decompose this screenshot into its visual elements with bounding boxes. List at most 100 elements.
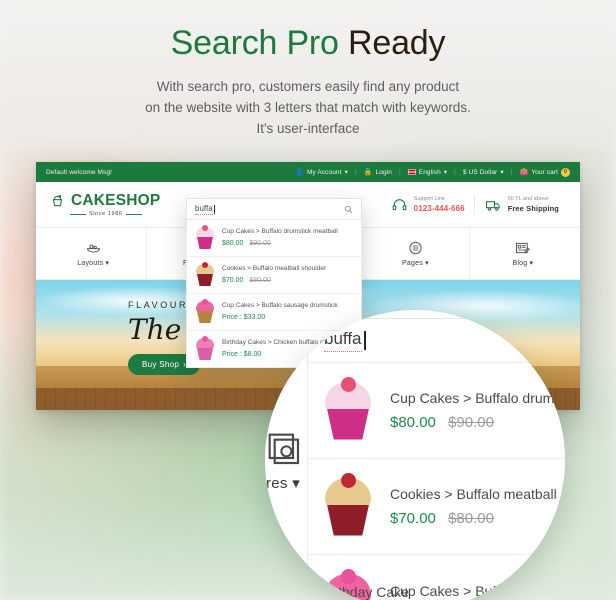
support-line-text: Support Line 0123-444-666: [414, 195, 465, 214]
header-services: Support Line 0123-444-666 50 TL and abov…: [381, 195, 568, 214]
search-result-item[interactable]: Cookies > Buffalo meatball shoulder $70.…: [187, 257, 361, 294]
chevron-down-icon: ▾: [425, 260, 429, 267]
result-price: $70.00 $80.00: [390, 509, 565, 528]
pages-icon: [409, 241, 422, 255]
currency-label: $ US Dollar: [462, 168, 498, 176]
magnified-result-item[interactable]: Cup Cakes > Buffalo drumstick meatball $…: [308, 363, 565, 459]
search-input[interactable]: buffa: [195, 204, 213, 215]
result-price: $80.00 $90.00: [390, 413, 565, 432]
cart-icon: 👛: [519, 168, 529, 176]
magnified-result-tail: Birthday Cake: [321, 584, 409, 600]
cake-cup: [197, 348, 213, 360]
nav-label: Blog ▾: [512, 259, 533, 267]
search-result-item[interactable]: Cup Cakes > Buffalo drumstick meatball $…: [187, 220, 361, 257]
nav-label: Pages ▾: [402, 259, 429, 267]
logo-tagline: Since 1986: [70, 211, 180, 217]
result-text: Cup Cakes > Buffalo drumstick meatball $…: [390, 389, 565, 432]
magnified-search-input-wrap[interactable]: buffa: [307, 318, 565, 362]
text-caret: [363, 331, 366, 350]
welcome-message: Default welcome Msg!: [46, 168, 112, 176]
result-title: Cookies > Buffalo meatball shoulder: [222, 265, 327, 272]
nav-item-pages[interactable]: Pages ▾: [361, 228, 468, 279]
blog-icon: [516, 242, 531, 254]
result-title: Cup Cakes > Buffalo drumstick meatball: [390, 390, 565, 406]
price-current: $70.00: [222, 277, 244, 284]
features-icon: [268, 433, 300, 465]
price-original: $80.00: [249, 277, 271, 284]
chevron-down-icon: ▾: [500, 169, 504, 176]
product-thumbnail: [195, 225, 215, 249]
layouts-icon: [86, 244, 100, 253]
price-current: $80.00: [222, 240, 244, 247]
product-thumbnail: [195, 336, 215, 360]
site-topbar: Default welcome Msg! 👤 My Account ▾ | 🔒 …: [36, 162, 580, 182]
cake-cherry: [202, 336, 208, 342]
result-title: Cup Cakes > Buffalo drumstick meatball: [222, 228, 338, 235]
topbar-separator: |: [510, 168, 513, 176]
truck-icon: [485, 200, 500, 211]
language-switcher[interactable]: English ▾: [407, 168, 448, 176]
search-input-wrap[interactable]: buffa: [186, 198, 362, 220]
search-icon[interactable]: [344, 205, 353, 214]
chevron-down-icon: ▾: [292, 475, 301, 492]
my-account-menu[interactable]: 👤 My Account ▾: [295, 168, 348, 177]
cart-button[interactable]: 👛 Your cart 0: [519, 167, 570, 177]
free-shipping-label: Free Shipping: [507, 204, 559, 213]
nav-text: Pages: [402, 260, 423, 267]
login-link[interactable]: 🔒 Login: [364, 169, 392, 176]
chevron-down-icon: ▾: [344, 169, 348, 176]
result-price: $70.00 $80.00: [222, 276, 326, 286]
support-line-number: 0123-444-666: [413, 204, 465, 213]
user-icon: 👤: [295, 168, 304, 176]
magnified-nav-item-features[interactable]: res ▾: [265, 428, 305, 492]
product-thumbnail: [195, 262, 215, 286]
magnified-search-input[interactable]: buffa: [324, 329, 362, 352]
cart-label: Your cart: [531, 168, 558, 176]
hero-subtitle-line1: With search pro, customers easily find a…: [156, 79, 460, 94]
page-title-accent: Search Pro: [170, 24, 339, 62]
price-label: Price :: [222, 314, 244, 321]
support-line-label: Support Line: [413, 196, 445, 202]
cake-cherry: [341, 376, 356, 392]
cupcake-icon: [52, 195, 63, 207]
nav-text: Layouts: [77, 260, 104, 267]
price-original: $90.00: [448, 414, 494, 431]
login-label: Login: [375, 168, 392, 176]
support-line-service: Support Line 0123-444-666: [381, 195, 474, 214]
topbar-separator: |: [398, 168, 401, 176]
screenshot-root: Search Pro Ready With search pro, custom…: [0, 0, 616, 600]
logo-since-text: Since 1986: [89, 211, 123, 217]
cake-cherry: [202, 299, 208, 305]
site-logo[interactable]: CAKESHOP Since 1986: [48, 192, 180, 217]
nav-text: Blog: [512, 260, 528, 267]
product-thumbnail: [322, 472, 374, 536]
result-title: Cup Cakes > Buffalo sausage drumstick: [390, 582, 565, 599]
magnified-results-list: Cup Cakes > Buffalo drumstick meatball $…: [307, 362, 565, 600]
topbar-utilities: 👤 My Account ▾ | 🔒 Login | English ▾ | $…: [295, 167, 570, 177]
chevron-down-icon: ▾: [529, 260, 534, 267]
my-account-label: My Account: [306, 168, 342, 176]
cart-count-badge: 0: [561, 167, 570, 177]
nav-item-blog[interactable]: Blog ▾: [468, 228, 576, 279]
magnified-result-item[interactable]: Cookies > Buffalo meatball shoulder $70.…: [308, 459, 565, 555]
tagline-rule-left: [70, 213, 86, 215]
chevron-down-icon: ▾: [443, 169, 448, 176]
free-shipping-text: 50 TL and above Free Shipping: [508, 195, 559, 214]
cake-cup: [197, 237, 213, 249]
result-text: Cookies > Buffalo meatball shoulder $70.…: [390, 485, 565, 528]
result-title: Cookies > Buffalo meatball shoulder: [390, 486, 565, 502]
currency-switcher[interactable]: $ US Dollar ▾: [462, 168, 504, 177]
cake-cherry: [202, 225, 208, 231]
price-original: $90.00: [249, 240, 271, 247]
hero-block: Search Pro Ready With search pro, custom…: [0, 22, 616, 139]
nav-item-layouts[interactable]: Layouts ▾: [40, 228, 146, 279]
result-text: Cup Cakes > Buffalo sausage drumstick Pr…: [390, 582, 565, 600]
cake-cup: [327, 408, 369, 440]
magnified-nav-label: res ▾: [266, 474, 300, 492]
magnified-search-panel: buffa Cup Cakes > Buffalo drumstick meat…: [307, 318, 565, 600]
price-original: $80.00: [448, 510, 494, 527]
result-text: Cup Cakes > Buffalo drumstick meatball $…: [222, 227, 338, 249]
product-thumbnail: [322, 376, 374, 440]
magnifier-callout: > Chicken buffalo c res ▾ buffa: [265, 310, 565, 600]
hero-subtitle: With search pro, customers easily find a…: [0, 76, 616, 139]
